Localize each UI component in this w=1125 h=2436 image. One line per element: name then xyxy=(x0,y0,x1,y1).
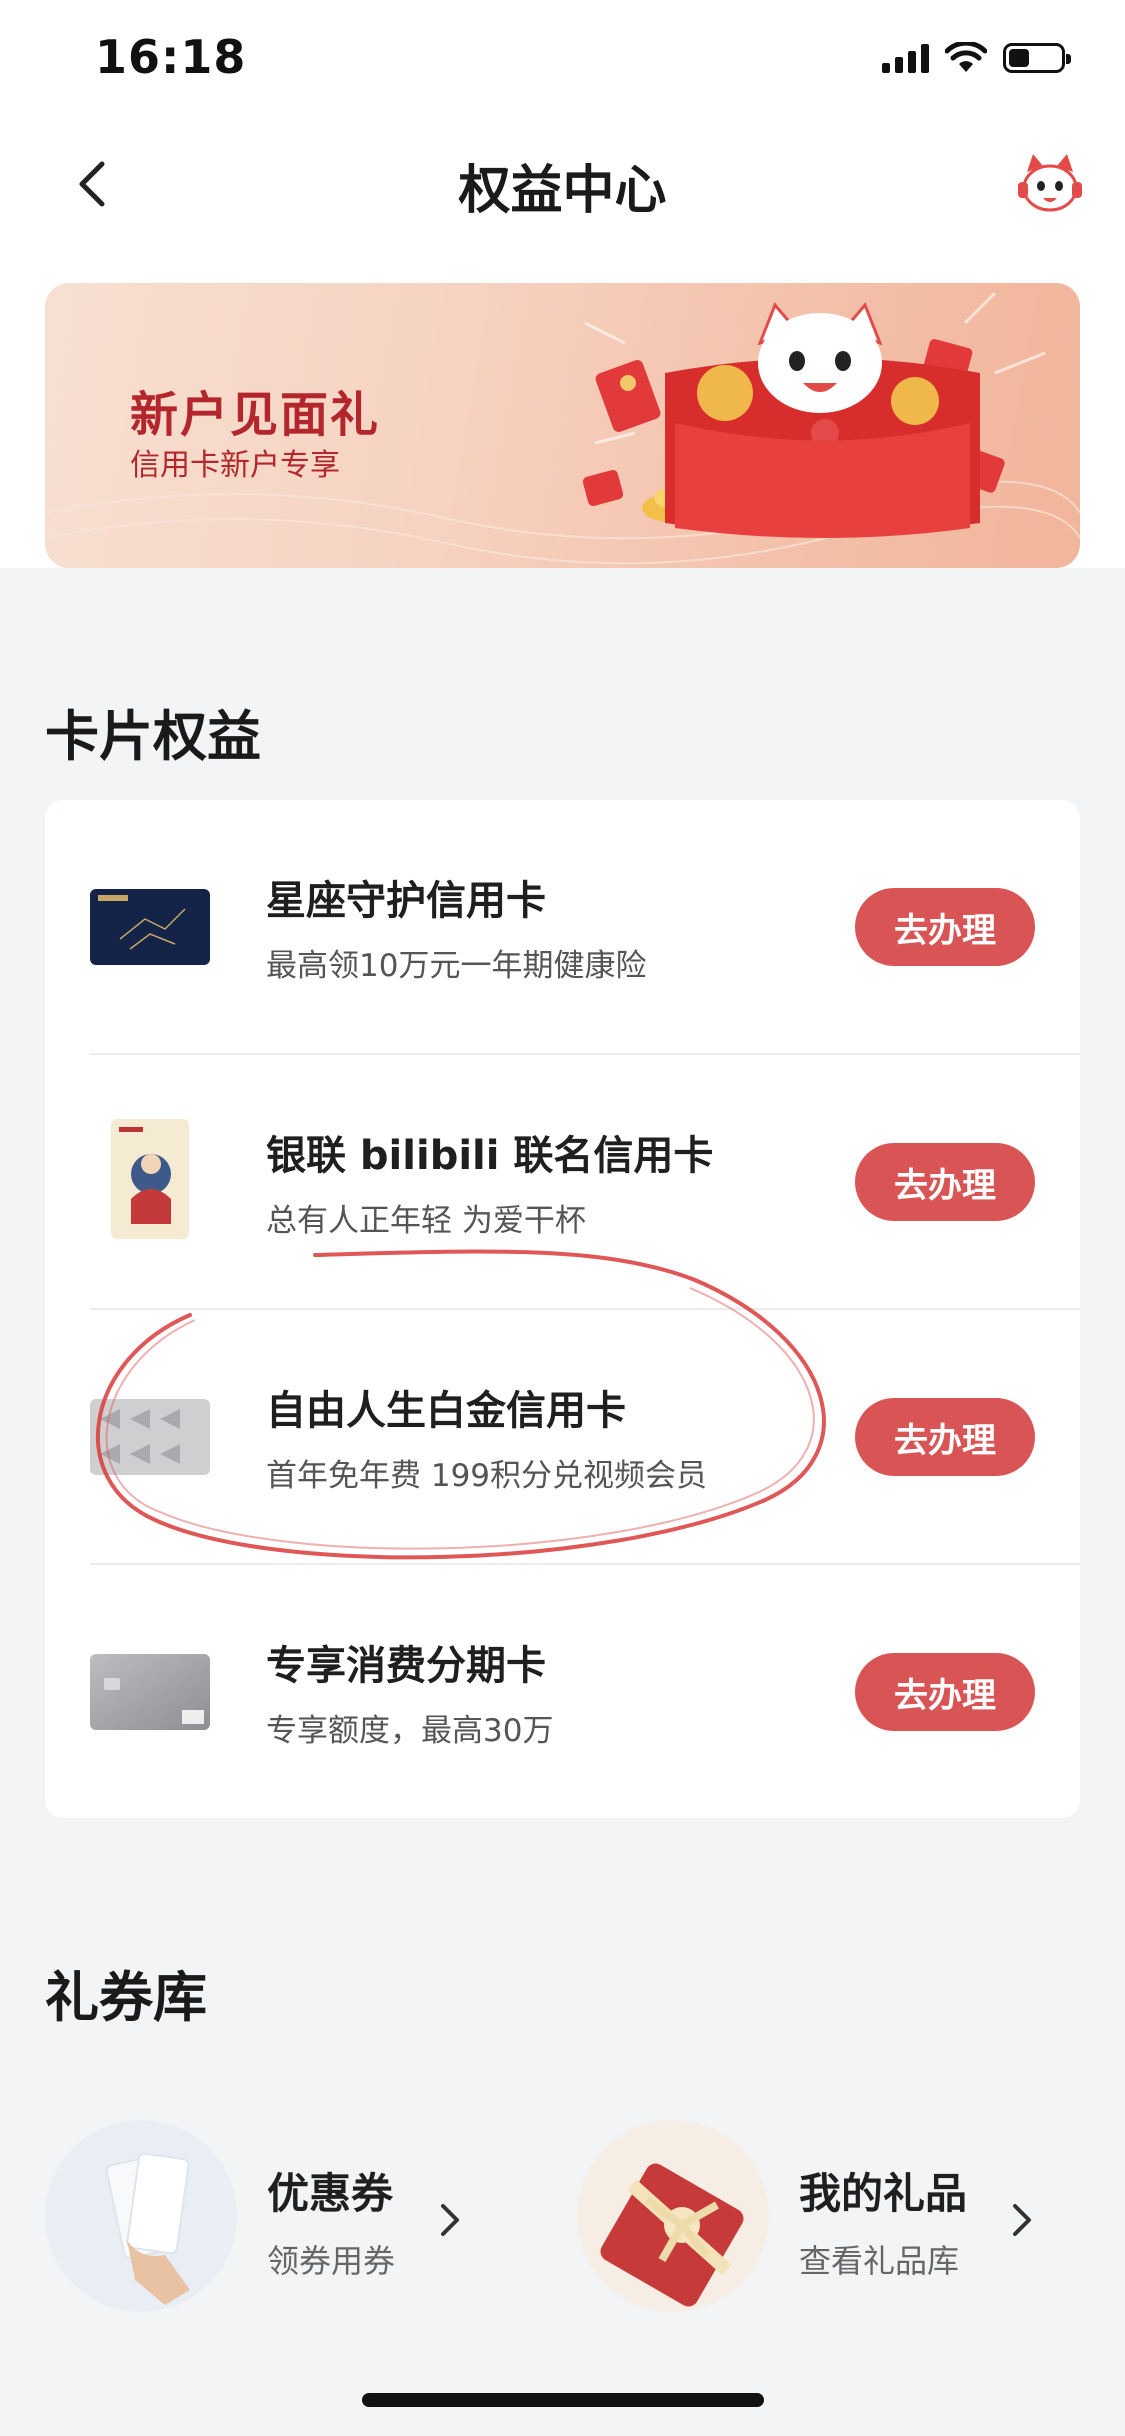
platinum-card-image xyxy=(90,1399,210,1475)
card-description: 首年免年费 199积分兑视频会员 xyxy=(266,1458,708,1494)
signal-icon xyxy=(882,43,929,73)
banner-title: 新户见面礼 xyxy=(130,387,381,443)
apply-button[interactable]: 去办理 xyxy=(855,1143,1035,1221)
card-name: 专享消费分期卡 xyxy=(266,1643,546,1689)
chevron-right-icon xyxy=(1013,2204,1031,2236)
coupon-subtitle: 领券用券 xyxy=(267,2242,396,2280)
gift-box-icon xyxy=(577,2120,769,2312)
status-icons xyxy=(882,38,1071,78)
new-user-gift-banner[interactable]: 新户见面礼 信用卡新户专享 xyxy=(45,283,1080,568)
card-row-installment[interactable]: 专享消费分期卡 专享额度，最高30万 去办理 xyxy=(45,1565,1080,1820)
banner-subtitle: 信用卡新户专享 xyxy=(130,448,340,483)
gift-subtitle: 查看礼品库 xyxy=(799,2242,960,2280)
red-envelope-illustration xyxy=(582,291,1046,538)
card-description: 最高领10万元一年期健康险 xyxy=(266,948,647,984)
battery-icon xyxy=(1003,43,1071,73)
card-row-bilibili[interactable]: 银联 bilibili 联名信用卡 总有人正年轻 为爱干杯 去办理 xyxy=(45,1055,1080,1310)
my-gifts-entry[interactable]: 我的礼品 查看礼品库 xyxy=(577,2120,1057,2315)
apply-button[interactable]: 去办理 xyxy=(855,1653,1035,1731)
constellation-card-image xyxy=(90,889,210,965)
card-row-constellation[interactable]: 星座守护信用卡 最高领10万元一年期健康险 去办理 xyxy=(45,800,1080,1055)
card-name: 自由人生白金信用卡 xyxy=(266,1388,626,1434)
card-row-free-life-platinum[interactable]: 自由人生白金信用卡 首年免年费 199积分兑视频会员 去办理 xyxy=(45,1310,1080,1565)
card-benefits-heading: 卡片权益 xyxy=(45,705,261,768)
card-description: 总有人正年轻 为爱干杯 xyxy=(266,1203,586,1239)
apply-button[interactable]: 去办理 xyxy=(855,1398,1035,1476)
card-list: 星座守护信用卡 最高领10万元一年期健康险 去办理 银联 bilibili 联名… xyxy=(45,800,1080,1818)
coupon-title: 优惠券 xyxy=(267,2169,394,2218)
page-title: 权益中心 xyxy=(458,161,667,221)
chevron-right-icon xyxy=(441,2204,459,2236)
card-name: 银联 bilibili 联名信用卡 xyxy=(266,1133,714,1179)
cat-mascot-icon[interactable] xyxy=(1015,150,1085,220)
coupon-entry[interactable]: 优惠券 领券用券 xyxy=(45,2120,485,2315)
coupon-card-hand-icon xyxy=(45,2120,237,2312)
installment-card-image xyxy=(90,1654,210,1730)
card-name: 星座守护信用卡 xyxy=(266,878,546,924)
coupon-library-heading: 礼券库 xyxy=(45,1966,207,2029)
wifi-icon xyxy=(945,42,987,72)
status-time: 16:18 xyxy=(95,30,247,84)
bilibili-card-image xyxy=(111,1119,189,1239)
apply-button[interactable]: 去办理 xyxy=(855,888,1035,966)
gift-title: 我的礼品 xyxy=(799,2169,968,2218)
home-indicator[interactable] xyxy=(362,2393,764,2407)
card-description: 专享额度，最高30万 xyxy=(266,1713,554,1749)
